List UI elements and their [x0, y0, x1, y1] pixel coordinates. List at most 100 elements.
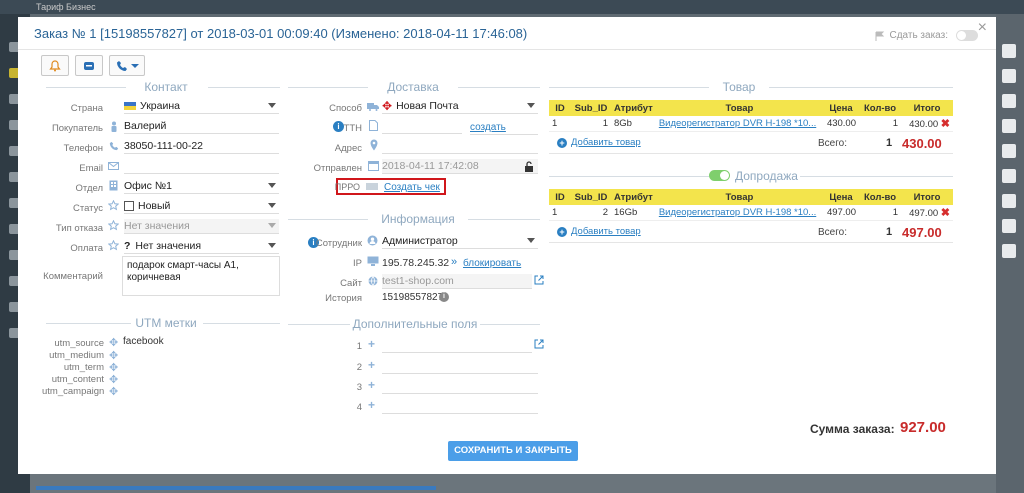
cell-sub-id: 1: [571, 116, 611, 132]
ip-label: IP: [353, 258, 362, 269]
extra-field-input[interactable]: [382, 379, 538, 394]
upsell-total-qty: 1: [886, 226, 893, 238]
department-select[interactable]: Офис №1: [124, 179, 279, 194]
building-icon: [109, 180, 118, 191]
info-icon[interactable]: i: [439, 292, 449, 302]
utm-source-label: utm_source: [54, 338, 104, 349]
ttn-input[interactable]: [382, 119, 462, 134]
plus-icon[interactable]: +: [368, 358, 375, 372]
table-row: 1 2 16Gb Видеорегистратор DVR H-198 *10.…: [549, 205, 953, 221]
plus-icon[interactable]: +: [368, 337, 375, 351]
add-upsell-button[interactable]: + Добавить товар: [557, 226, 641, 237]
envelope-icon: [108, 162, 119, 170]
col-header: Товар: [655, 100, 823, 116]
col-header: Итого: [901, 189, 953, 205]
double-chevron-icon: »: [451, 256, 458, 268]
col-header: Sub_ID: [571, 189, 611, 205]
address-label: Адрес: [334, 143, 362, 154]
crosshair-icon: ✥: [109, 337, 119, 349]
ttn-create-link[interactable]: создать: [470, 122, 506, 133]
right-panel-button[interactable]: [1002, 69, 1016, 83]
goods-total-sum: 430.00: [902, 136, 942, 151]
comment-textarea[interactable]: подарок смарт-часы А1, коричневая: [122, 256, 280, 296]
history-value: 15198557827: [382, 292, 444, 303]
email-label: Email: [79, 163, 103, 174]
country-value: Украина: [140, 100, 180, 112]
status-select[interactable]: Новый: [124, 199, 279, 214]
right-panel-button[interactable]: [1002, 119, 1016, 133]
goods-total-qty: 1: [886, 137, 893, 149]
phone-input[interactable]: 38050-111-00-22: [124, 139, 279, 154]
plus-icon[interactable]: +: [368, 378, 375, 392]
product-link[interactable]: Видеорегистратор DVR H-198 *10...: [655, 116, 823, 132]
col-header: Итого: [901, 100, 953, 116]
section-delivery-title: Доставка: [368, 80, 458, 94]
phone-icon: [116, 60, 127, 71]
product-link[interactable]: Видеорегистратор DVR H-198 *10...: [655, 205, 823, 221]
cell-attribute: 16Gb: [611, 205, 656, 221]
star-icon: [108, 220, 119, 231]
right-panel-button[interactable]: [1002, 94, 1016, 108]
page-title: Заказ № 1 [15198557827] от 2018-03-01 00…: [34, 26, 528, 41]
toolbar: [41, 55, 145, 76]
right-panel-button[interactable]: [1002, 219, 1016, 233]
cell-price: 497.00: [823, 205, 859, 221]
email-input[interactable]: [124, 159, 279, 174]
section-contact-title: Контакт: [126, 80, 206, 94]
external-link-icon[interactable]: [534, 339, 544, 349]
status-value: Новый: [138, 200, 171, 212]
delete-icon[interactable]: ✖: [941, 118, 950, 130]
cell-quantity[interactable]: 1: [859, 116, 901, 132]
cell-sub-id: 2: [571, 205, 611, 221]
employee-select[interactable]: Администратор: [382, 234, 538, 249]
save-and-close-button[interactable]: СОХРАНИТЬ И ЗАКРЫТЬ: [448, 441, 578, 461]
reject-type-select[interactable]: Нет значения: [124, 219, 279, 234]
extra-field-input[interactable]: [382, 359, 538, 374]
unlock-icon[interactable]: [524, 161, 534, 172]
payment-select[interactable]: ? Нет значения: [124, 239, 279, 254]
utm-source-value: facebook: [123, 336, 164, 347]
col-header: Атрибут: [611, 189, 656, 205]
notify-button[interactable]: [41, 55, 69, 76]
close-icon[interactable]: ×: [978, 19, 987, 37]
flag-icon: [875, 31, 885, 41]
sms-button[interactable]: [75, 55, 103, 76]
order-sum-label: Сумма заказа:: [810, 422, 895, 436]
create-receipt-link[interactable]: Создать чек: [384, 182, 440, 193]
block-ip-link[interactable]: блокировать: [463, 258, 521, 269]
external-link-icon[interactable]: [534, 275, 544, 285]
dispatch-toggle[interactable]: [956, 30, 978, 41]
upsell-toggle[interactable]: [709, 170, 730, 181]
delete-icon[interactable]: ✖: [941, 207, 950, 219]
right-panel-button[interactable]: [1002, 194, 1016, 208]
ttn-label: ТТН: [343, 123, 362, 134]
globe-icon: [368, 276, 378, 286]
upsell-total-label: Всего:: [818, 227, 847, 238]
right-panel-button[interactable]: [1002, 44, 1016, 58]
extra-field-input[interactable]: [382, 338, 532, 353]
extra-field-input[interactable]: [382, 399, 538, 414]
phone-icon: [109, 141, 119, 151]
delivery-method-select[interactable]: ✥ Новая Почта: [382, 99, 538, 114]
call-dropdown-button[interactable]: [109, 55, 145, 76]
add-product-button[interactable]: + Добавить товар: [557, 137, 641, 148]
country-select[interactable]: Украина: [124, 99, 279, 114]
right-panel-button[interactable]: [1002, 169, 1016, 183]
dispatch-order: Сдать заказ:: [875, 30, 978, 41]
site-input[interactable]: test1-shop.com: [382, 274, 532, 289]
sent-date-input[interactable]: 2018-04-11 17:42:08: [382, 159, 538, 174]
address-input[interactable]: [382, 139, 538, 154]
employee-label: Сотрудник: [315, 238, 362, 249]
right-panel-button[interactable]: [1002, 244, 1016, 258]
right-panel-button[interactable]: [1002, 144, 1016, 158]
question-icon: ?: [124, 240, 131, 252]
section-upsell-title: Допродажа: [735, 169, 798, 183]
buyer-input[interactable]: Валерий: [124, 119, 279, 134]
progress-bar: [36, 486, 436, 490]
cell-quantity[interactable]: 1: [859, 205, 901, 221]
order-sum-value: 927.00: [900, 419, 946, 436]
col-header: Атрибут: [611, 100, 656, 116]
plus-icon[interactable]: +: [368, 398, 375, 412]
comment-label: Комментарий: [43, 271, 103, 282]
goods-table: ID Sub_ID Атрибут Товар Цена Кол-во Итог…: [549, 100, 953, 132]
